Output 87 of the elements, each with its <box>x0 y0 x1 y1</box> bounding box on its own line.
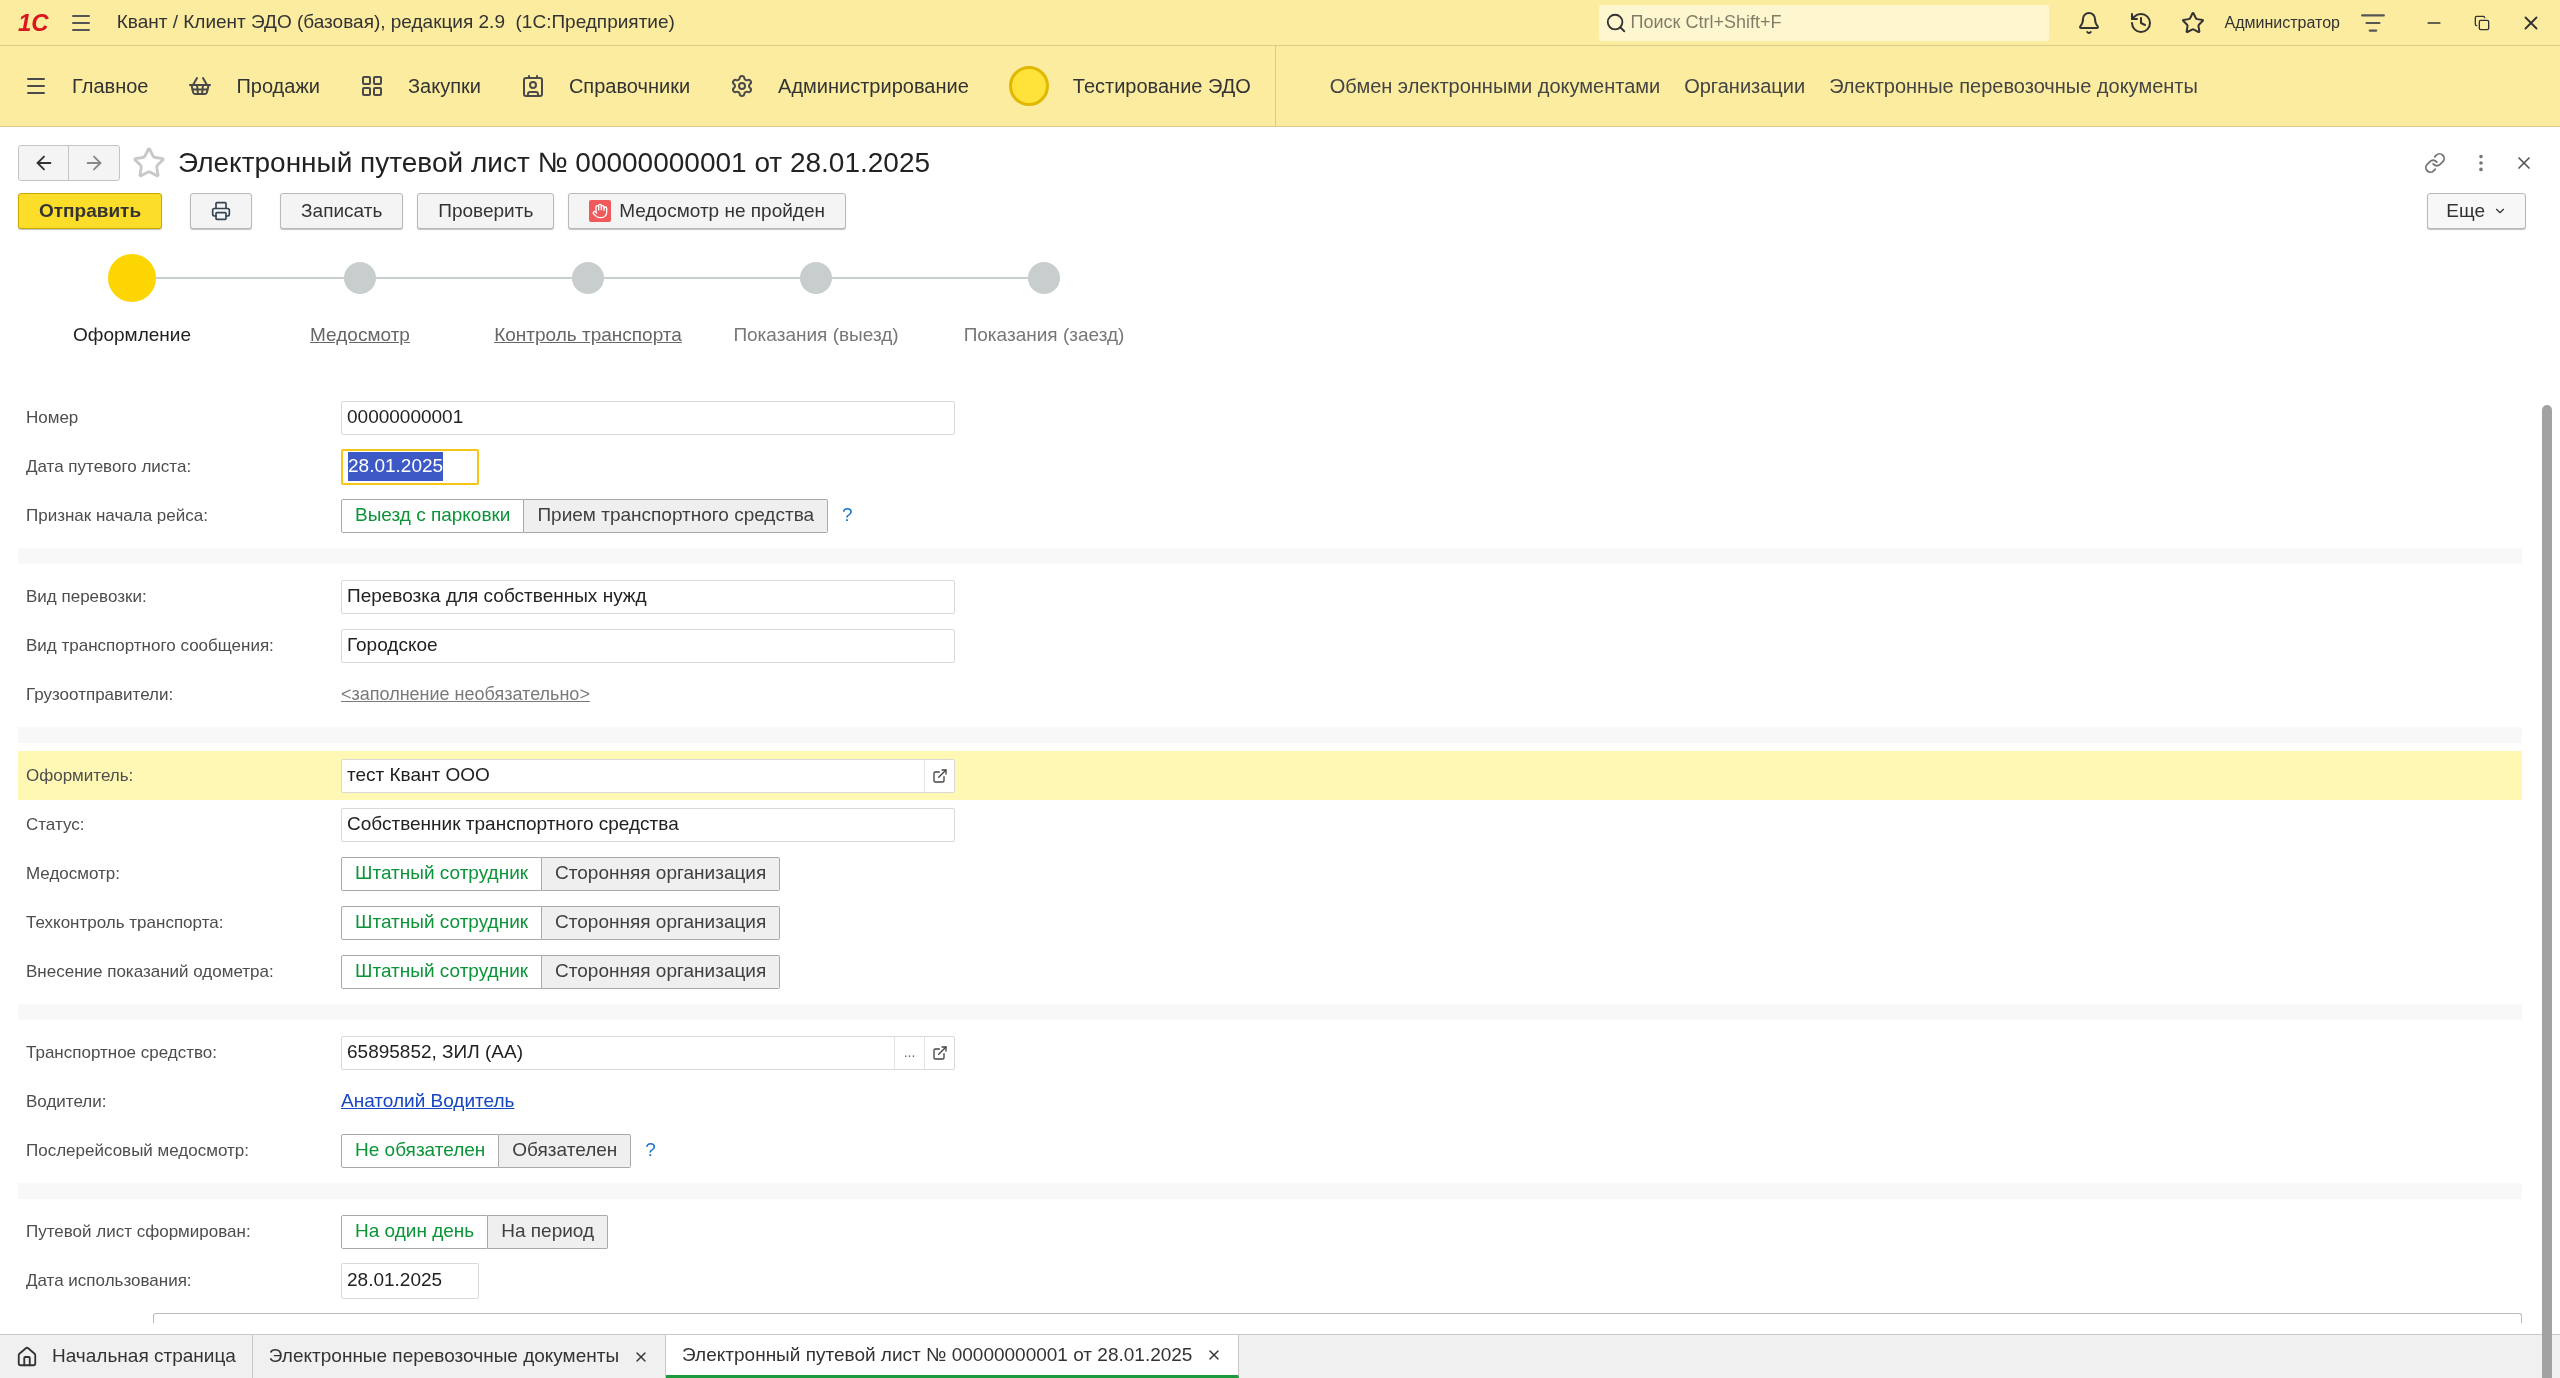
search-field[interactable]: Поиск Ctrl+Shift+F <box>1598 4 2049 41</box>
toggle-option[interactable]: Выезд с парковки <box>341 498 525 533</box>
more-button[interactable]: Еще <box>2427 193 2526 229</box>
quick-link[interactable]: Организации <box>1684 71 1806 101</box>
toggle-option[interactable]: Штатный сотрудник <box>341 954 543 989</box>
send-button[interactable]: Отправить <box>18 193 163 229</box>
field-label: Признак начала рейса: <box>26 504 209 527</box>
window-tab[interactable]: Электронный путевой лист № 00000000001 от 28.01.2025 <box>666 1335 1240 1378</box>
field-value: тест Квант ООО <box>346 763 491 788</box>
reference-field[interactable]: тест Квант ООО <box>341 758 955 793</box>
section-item[interactable]: Тестирование ЭДО <box>1008 66 1251 106</box>
toggle-option[interactable]: Сторонняя организация <box>542 954 781 989</box>
text-field[interactable]: Собственник транспортного средства <box>341 807 955 842</box>
contact-card-icon <box>520 74 545 98</box>
restore-icon[interactable] <box>2474 14 2490 31</box>
text-field[interactable]: Перевозка для собственных нужд <box>341 579 955 614</box>
date-field[interactable]: 28.01.2025 <box>341 448 479 485</box>
toggle-option[interactable]: Обязателен <box>499 1133 632 1168</box>
toggle-option[interactable]: Штатный сотрудник <box>341 856 543 891</box>
reference-field[interactable]: 65895852, ЗИЛ (АА) ... <box>341 1035 955 1070</box>
favorites-icon[interactable] <box>2180 10 2205 35</box>
history-icon[interactable] <box>2128 10 2153 35</box>
toggle-option[interactable]: На один день <box>341 1214 489 1249</box>
field-label: Техконтроль транспорта: <box>26 911 225 934</box>
quick-link[interactable]: Электронные перевозочные документы <box>1829 71 2198 101</box>
open-icon <box>931 767 948 784</box>
printer-icon <box>211 201 232 221</box>
section-item[interactable]: Администрирование <box>730 71 969 101</box>
favorite-star-icon[interactable] <box>132 146 166 180</box>
open-icon <box>931 1044 948 1061</box>
date-field[interactable]: 28.01.2025 <box>341 1262 479 1299</box>
field-label: Дата использования: <box>26 1269 193 1292</box>
basket-icon <box>188 74 213 98</box>
window-title: Квант / Клиент ЭДО (базовая), редакция 2.9 (1С:Предприятие) <box>116 10 675 35</box>
field-label: Грузоотправители: <box>26 683 175 706</box>
user-name[interactable]: Администратор <box>2224 10 2340 35</box>
section-item[interactable]: Закупки <box>359 71 481 101</box>
field-label: Вид перевозки: <box>26 585 148 608</box>
toggle-option[interactable]: Сторонняя организация <box>542 905 781 940</box>
help-link[interactable]: ? <box>842 501 853 530</box>
step-link[interactable]: Контроль транспорта <box>494 321 682 350</box>
section-item[interactable]: Продажи <box>188 71 320 101</box>
text-field[interactable]: 00000000001 <box>341 400 955 435</box>
step-label: Показания (выезд) <box>733 323 899 347</box>
field-label: Транспортное средство: <box>26 1041 219 1064</box>
toolbar-button[interactable]: Проверить <box>417 193 555 229</box>
toggle-option[interactable]: Сторонняя организация <box>542 856 781 891</box>
field-label: Статус: <box>26 813 86 836</box>
step-label: Показания (заезд) <box>963 323 1125 347</box>
text-field[interactable]: Городское <box>341 628 955 663</box>
settings-icon <box>730 74 755 98</box>
hand-icon <box>589 200 612 222</box>
section-item[interactable]: Справочники <box>520 71 691 101</box>
field-label: Послерейсовый медосмотр: <box>26 1139 250 1162</box>
notifications-icon[interactable] <box>2076 10 2101 35</box>
print-button[interactable] <box>190 193 253 229</box>
field-label: Медосмотр: <box>26 862 122 885</box>
toolbar-button[interactable]: Записать <box>280 193 404 229</box>
link-icon[interactable] <box>2424 152 2446 174</box>
field-label: Вид транспортного сообщения: <box>26 634 275 657</box>
driver-link[interactable]: Анатолий Водитель <box>341 1087 515 1116</box>
home-icon <box>16 1345 38 1368</box>
field-label: Путевой лист сформирован: <box>26 1220 252 1243</box>
toggle-option[interactable]: Не обязателен <box>341 1133 500 1168</box>
step-link[interactable]: Медосмотр <box>310 321 410 350</box>
field-label: Номер <box>26 406 80 429</box>
search-input[interactable]: Поиск Ctrl+Shift+F <box>1630 9 2043 36</box>
toggle-option[interactable]: Прием транспортного средства <box>524 498 829 533</box>
field-label: Внесение показаний одометра: <box>26 960 275 983</box>
field-label: Водители: <box>26 1090 108 1113</box>
step-label: Оформление <box>73 323 191 347</box>
toggle-option[interactable]: Штатный сотрудник <box>341 905 543 940</box>
medical-check-button[interactable]: Медосмотр не пройден <box>568 193 846 229</box>
document-title: Электронный путевой лист № 00000000001 от 28.01.2025 <box>178 146 931 180</box>
window-tab[interactable]: Начальная страница <box>0 1335 253 1378</box>
optional-link[interactable]: <заполнение необязательно> <box>341 681 590 708</box>
choice-button[interactable]: ... <box>894 1036 924 1069</box>
app-logo: 1С <box>18 7 49 38</box>
field-label: Оформитель: <box>26 764 135 787</box>
field-value: 65895852, ЗИЛ (АА) <box>346 1040 524 1065</box>
quick-link[interactable]: Обмен электронными документами <box>1329 71 1661 101</box>
search-icon <box>1604 11 1627 34</box>
field-label: Дата путевого листа: <box>26 455 193 478</box>
help-link[interactable]: ? <box>645 1136 656 1165</box>
grid-icon <box>359 74 384 98</box>
section-item[interactable]: Главное <box>24 71 149 101</box>
toggle-option[interactable]: На период <box>488 1214 609 1249</box>
